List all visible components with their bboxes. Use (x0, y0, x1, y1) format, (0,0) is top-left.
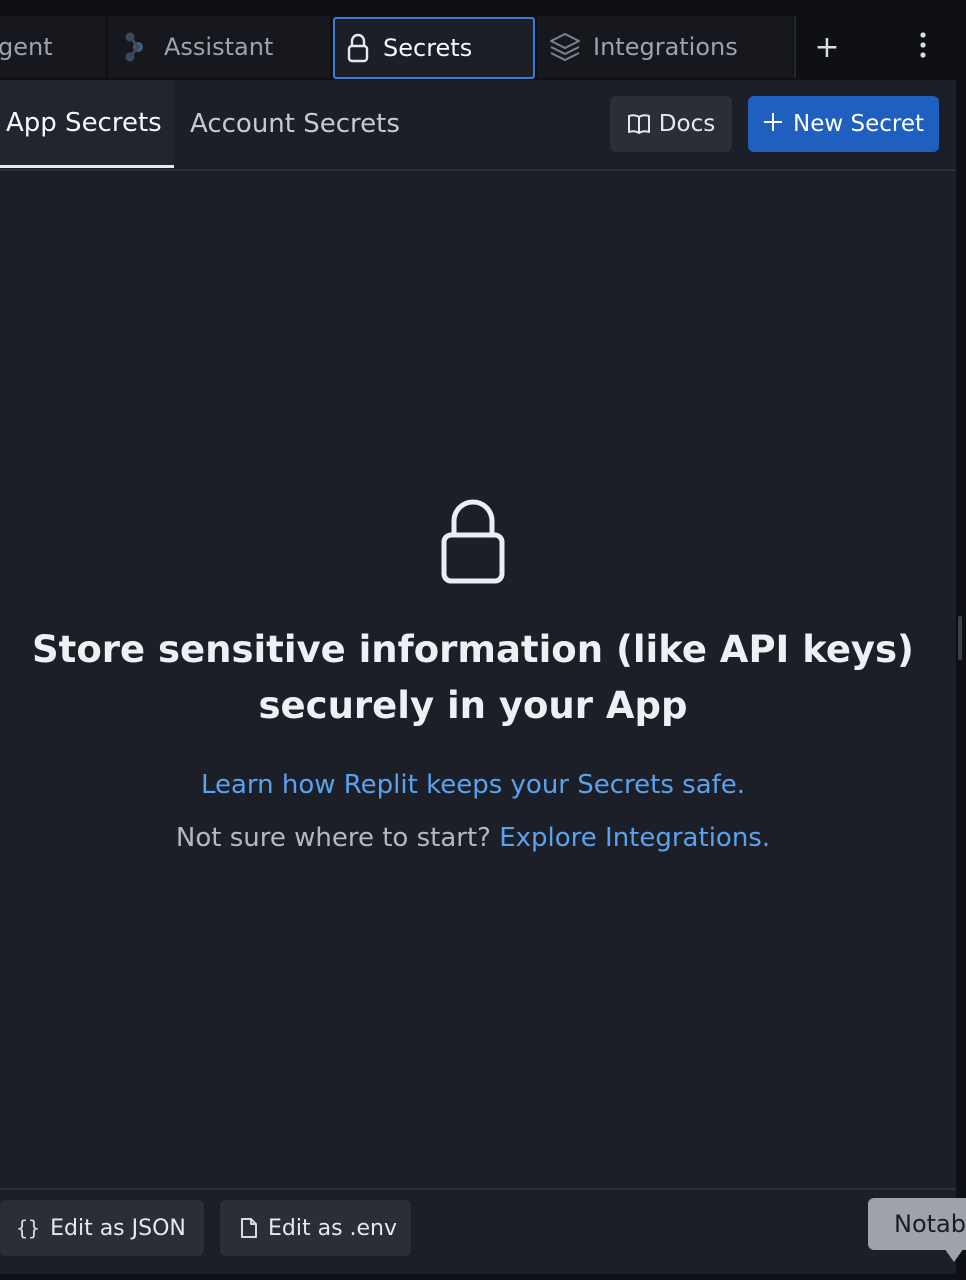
secrets-subtabs: App Secrets Account Secrets Docs New Sec… (0, 80, 956, 171)
file-icon (240, 1217, 258, 1239)
docs-button[interactable]: Docs (610, 96, 732, 152)
edit-as-json-button[interactable]: {} Edit as JSON (0, 1200, 204, 1256)
plus-icon (763, 106, 783, 139)
integrations-hint: Not sure where to start? Explore Integra… (0, 823, 946, 853)
tab-account-secrets[interactable]: Account Secrets (190, 80, 400, 168)
bottom-strip (0, 1274, 966, 1280)
tab-assistant[interactable]: Assistant (108, 16, 330, 78)
right-gutter (956, 80, 966, 1280)
empty-state-title: Store sensitive information (like API ke… (0, 622, 946, 734)
scrollbar-thumb[interactable] (958, 616, 962, 660)
add-tab-button[interactable]: + (796, 16, 858, 78)
tooltip-tail (944, 1248, 964, 1262)
notification-tooltip: Notab (868, 1198, 966, 1250)
learn-secrets-link[interactable]: Learn how Replit keeps your Secrets safe… (0, 770, 946, 800)
lock-icon (440, 497, 506, 591)
assistant-icon (124, 31, 150, 63)
tab-integrations[interactable]: Integrations (537, 16, 793, 78)
new-secret-button[interactable]: New Secret (748, 96, 939, 152)
secrets-footer: {} Edit as JSON Edit as .env (0, 1188, 956, 1274)
edit-as-json-label: Edit as JSON (50, 1215, 186, 1241)
plus-icon: + (814, 29, 840, 65)
secrets-pane: gent Assistant Secrets Integrations + Ap… (0, 0, 966, 1280)
braces-icon: {} (16, 1216, 41, 1240)
tab-secrets-label: Secrets (383, 34, 473, 62)
lock-icon (347, 33, 369, 63)
hint-text: Not sure where to start? (175, 823, 491, 853)
empty-title-line1: Store sensitive information (like API ke… (32, 628, 914, 671)
tab-secrets[interactable]: Secrets (333, 17, 535, 79)
edit-as-env-label: Edit as .env (268, 1215, 398, 1241)
tab-app-secrets[interactable]: App Secrets (0, 80, 174, 168)
tab-integrations-label: Integrations (593, 33, 738, 61)
docs-button-label: Docs (658, 111, 716, 137)
tab-account-secrets-label: Account Secrets (190, 109, 400, 139)
more-options-button[interactable] (892, 16, 954, 78)
book-icon (627, 113, 651, 135)
tab-bar: gent Assistant Secrets Integrations + (0, 0, 966, 80)
edit-as-env-button[interactable]: Edit as .env (220, 1200, 411, 1256)
tab-assistant-label: Assistant (164, 33, 274, 61)
empty-title-line2: securely in your App (258, 684, 688, 727)
tooltip-text: Notab (894, 1210, 966, 1238)
tab-agent[interactable]: gent (0, 16, 106, 78)
tab-agent-label: gent (0, 33, 53, 61)
more-vertical-icon (919, 31, 927, 63)
explore-integrations-link[interactable]: Explore Integrations. (499, 823, 770, 853)
learn-secrets-link-text: Learn how Replit keeps your Secrets safe… (200, 770, 746, 800)
new-secret-button-label: New Secret (793, 111, 924, 137)
layers-icon (549, 32, 581, 62)
tab-app-secrets-label: App Secrets (6, 107, 162, 138)
